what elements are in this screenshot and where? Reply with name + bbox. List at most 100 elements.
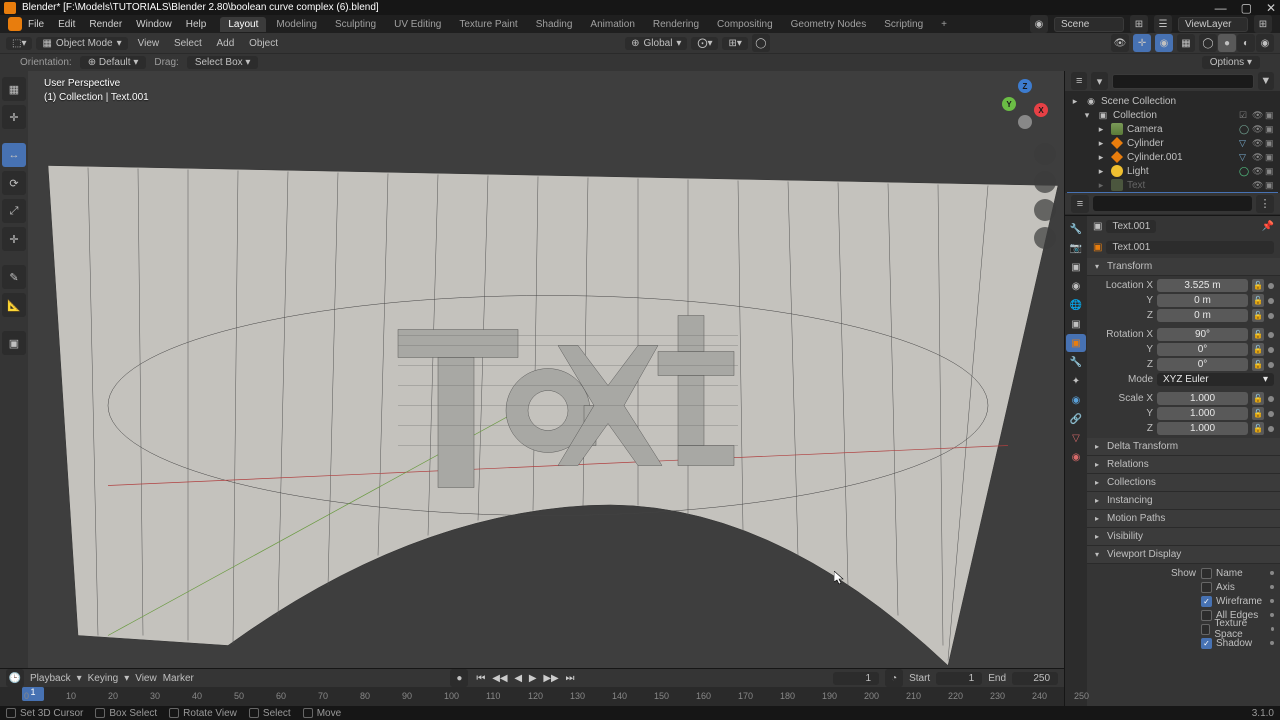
panel-viewport-display[interactable]: ▾Viewport Display (1087, 546, 1280, 564)
panel-relations[interactable]: ▸Relations (1087, 456, 1280, 474)
scene-icon[interactable]: ◉ (1030, 15, 1048, 33)
new-scene-icon[interactable]: ⊞ (1130, 15, 1148, 33)
tool-cursor[interactable]: ✛ (2, 105, 26, 129)
outliner-item-camera[interactable]: Camera (1127, 124, 1235, 135)
tab-geometry-nodes[interactable]: Geometry Nodes (783, 17, 875, 32)
outliner-item-light[interactable]: Light (1127, 166, 1235, 177)
shading-rendered[interactable]: ◉ (1256, 34, 1274, 52)
menu-view[interactable]: View (132, 38, 166, 49)
proptab-object[interactable]: ▣ (1066, 334, 1086, 352)
options-dropdown[interactable]: Options ▾ (1202, 56, 1260, 69)
tool-annotate[interactable]: ✎ (2, 265, 26, 289)
tool-rotate[interactable]: ⟳ (2, 171, 26, 195)
tab-rendering[interactable]: Rendering (645, 17, 707, 32)
timeline-ruler[interactable]: 1 01020304050607080901001101201301401501… (0, 687, 1064, 707)
outliner-scene-collection[interactable]: Scene Collection (1101, 96, 1276, 107)
new-viewlayer-icon[interactable]: ⊞ (1254, 15, 1272, 33)
viewlayer-name-field[interactable] (1178, 17, 1248, 32)
proptab-collection[interactable]: ▣ (1066, 315, 1086, 333)
rotation-y[interactable]: 0° (1157, 343, 1248, 356)
start-frame-field[interactable]: 1 (936, 672, 982, 685)
menu-select[interactable]: Select (168, 38, 208, 49)
jump-end-icon[interactable]: ⏭ (564, 673, 577, 684)
outliner-item-cylinder[interactable]: Cylinder (1127, 138, 1235, 149)
lock-loc-x[interactable]: 🔓 (1252, 279, 1264, 292)
scale-x[interactable]: 1.000 (1157, 392, 1248, 405)
viewlayer-icon[interactable]: ☰ (1154, 15, 1172, 33)
tool-select-box[interactable]: ▦ (2, 77, 26, 101)
lock-rot-y[interactable]: 🔓 (1252, 343, 1264, 356)
transform-orientation-dropdown[interactable]: ⊕ Global ▾ (625, 37, 687, 50)
proptab-data[interactable]: ▽ (1066, 429, 1086, 447)
tab-layout[interactable]: Layout (220, 17, 266, 32)
tool-scale[interactable]: ⤢ (2, 199, 26, 223)
tab-shading[interactable]: Shading (528, 17, 581, 32)
timeline-editor-type[interactable]: 🕒 (6, 669, 24, 687)
show-shadow-checkbox[interactable]: ✓ (1201, 638, 1212, 649)
properties-search-input[interactable] (1093, 196, 1252, 211)
snap-dropdown[interactable]: ⊞▾ (722, 37, 747, 50)
menu-object[interactable]: Object (243, 38, 284, 49)
tab-scripting[interactable]: Scripting (876, 17, 931, 32)
menu-file[interactable]: File (28, 19, 44, 30)
jump-start-icon[interactable]: ⏮ (474, 673, 487, 684)
show-axis-checkbox[interactable] (1201, 582, 1212, 593)
lock-loc-z[interactable]: 🔓 (1252, 309, 1264, 322)
location-x[interactable]: 3.525 m (1157, 279, 1248, 292)
zoom-icon[interactable] (1034, 143, 1056, 165)
tab-texture-paint[interactable]: Texture Paint (451, 17, 525, 32)
tab-compositing[interactable]: Compositing (709, 17, 781, 32)
lock-scale-z[interactable]: 🔓 (1252, 422, 1264, 435)
tab-modeling[interactable]: Modeling (268, 17, 325, 32)
outliner-item-collection[interactable]: Collection (1113, 110, 1235, 121)
rotation-mode-dropdown[interactable]: XYZ Euler▾ (1157, 373, 1274, 386)
scene-name-field[interactable] (1054, 17, 1124, 32)
tool-transform[interactable]: ✛ (2, 227, 26, 251)
timeline-editor[interactable]: 🕒 Playback▾ Keying▾ View Marker ● ⏮ ◀◀ ◀… (0, 668, 1064, 706)
keyframe-next-icon[interactable]: ▶▶ (541, 673, 560, 684)
menu-add[interactable]: Add (211, 38, 241, 49)
proptab-world[interactable]: 🌐 (1066, 296, 1086, 314)
proptab-render[interactable]: 🔧 (1066, 220, 1086, 238)
tab-uv-editing[interactable]: UV Editing (386, 17, 449, 32)
lock-rot-x[interactable]: 🔓 (1252, 328, 1264, 341)
maximize-icon[interactable]: ▢ (1241, 1, 1252, 15)
panel-collections[interactable]: ▸Collections (1087, 474, 1280, 492)
camera-view-icon[interactable] (1034, 199, 1056, 221)
timeline-view-menu[interactable]: View (135, 673, 157, 684)
timeline-marker-menu[interactable]: Marker (163, 673, 194, 684)
proptab-scene[interactable]: ◉ (1066, 277, 1086, 295)
tool-move[interactable]: ↔ (2, 143, 26, 167)
minimize-icon[interactable]: — (1215, 1, 1227, 15)
scale-z[interactable]: 1.000 (1157, 422, 1248, 435)
proptab-modifiers[interactable]: 🔧 (1066, 353, 1086, 371)
shading-solid[interactable]: ● (1218, 34, 1236, 52)
tab-animation[interactable]: Animation (582, 17, 642, 32)
outliner-item-cylinder001[interactable]: Cylinder.001 (1127, 152, 1235, 163)
proptab-viewlayer[interactable]: ▣ (1066, 258, 1086, 276)
tool-add-cube[interactable]: ▣ (2, 331, 26, 355)
drag-dropdown[interactable]: Select Box ▾ (187, 56, 259, 69)
menu-edit[interactable]: Edit (58, 19, 75, 30)
shading-wireframe[interactable]: ◯ (1199, 34, 1217, 52)
keyframe-prev-icon[interactable]: ◀◀ (490, 673, 509, 684)
panel-instancing[interactable]: ▸Instancing (1087, 492, 1280, 510)
auto-keying-toggle[interactable]: ● (450, 669, 468, 687)
preview-range-toggle[interactable]: ◔ (885, 669, 903, 687)
panel-transform[interactable]: ▾Transform (1087, 258, 1280, 276)
end-frame-field[interactable]: 250 (1012, 672, 1058, 685)
play-reverse-icon[interactable]: ◀ (512, 673, 524, 684)
properties-type-dropdown[interactable]: ≡ (1071, 195, 1089, 213)
panel-delta-transform[interactable]: ▸Delta Transform (1087, 438, 1280, 456)
show-texture-space-checkbox[interactable] (1201, 624, 1210, 635)
panel-motion-paths[interactable]: ▸Motion Paths (1087, 510, 1280, 528)
lock-rot-z[interactable]: 🔓 (1252, 358, 1264, 371)
proptab-constraints[interactable]: 🔗 (1066, 410, 1086, 428)
outliner-item-text[interactable]: Text (1127, 180, 1248, 191)
xray-toggle[interactable]: ▦ (1177, 34, 1195, 52)
scale-y[interactable]: 1.000 (1157, 407, 1248, 420)
lock-scale-x[interactable]: 🔓 (1252, 392, 1264, 405)
proptab-physics[interactable]: ◉ (1066, 391, 1086, 409)
tool-measure[interactable]: 📐 (2, 293, 26, 317)
outliner-tree[interactable]: ▸◉Scene Collection ▾▣Collection☑👁▣ ▸Came… (1065, 91, 1280, 193)
